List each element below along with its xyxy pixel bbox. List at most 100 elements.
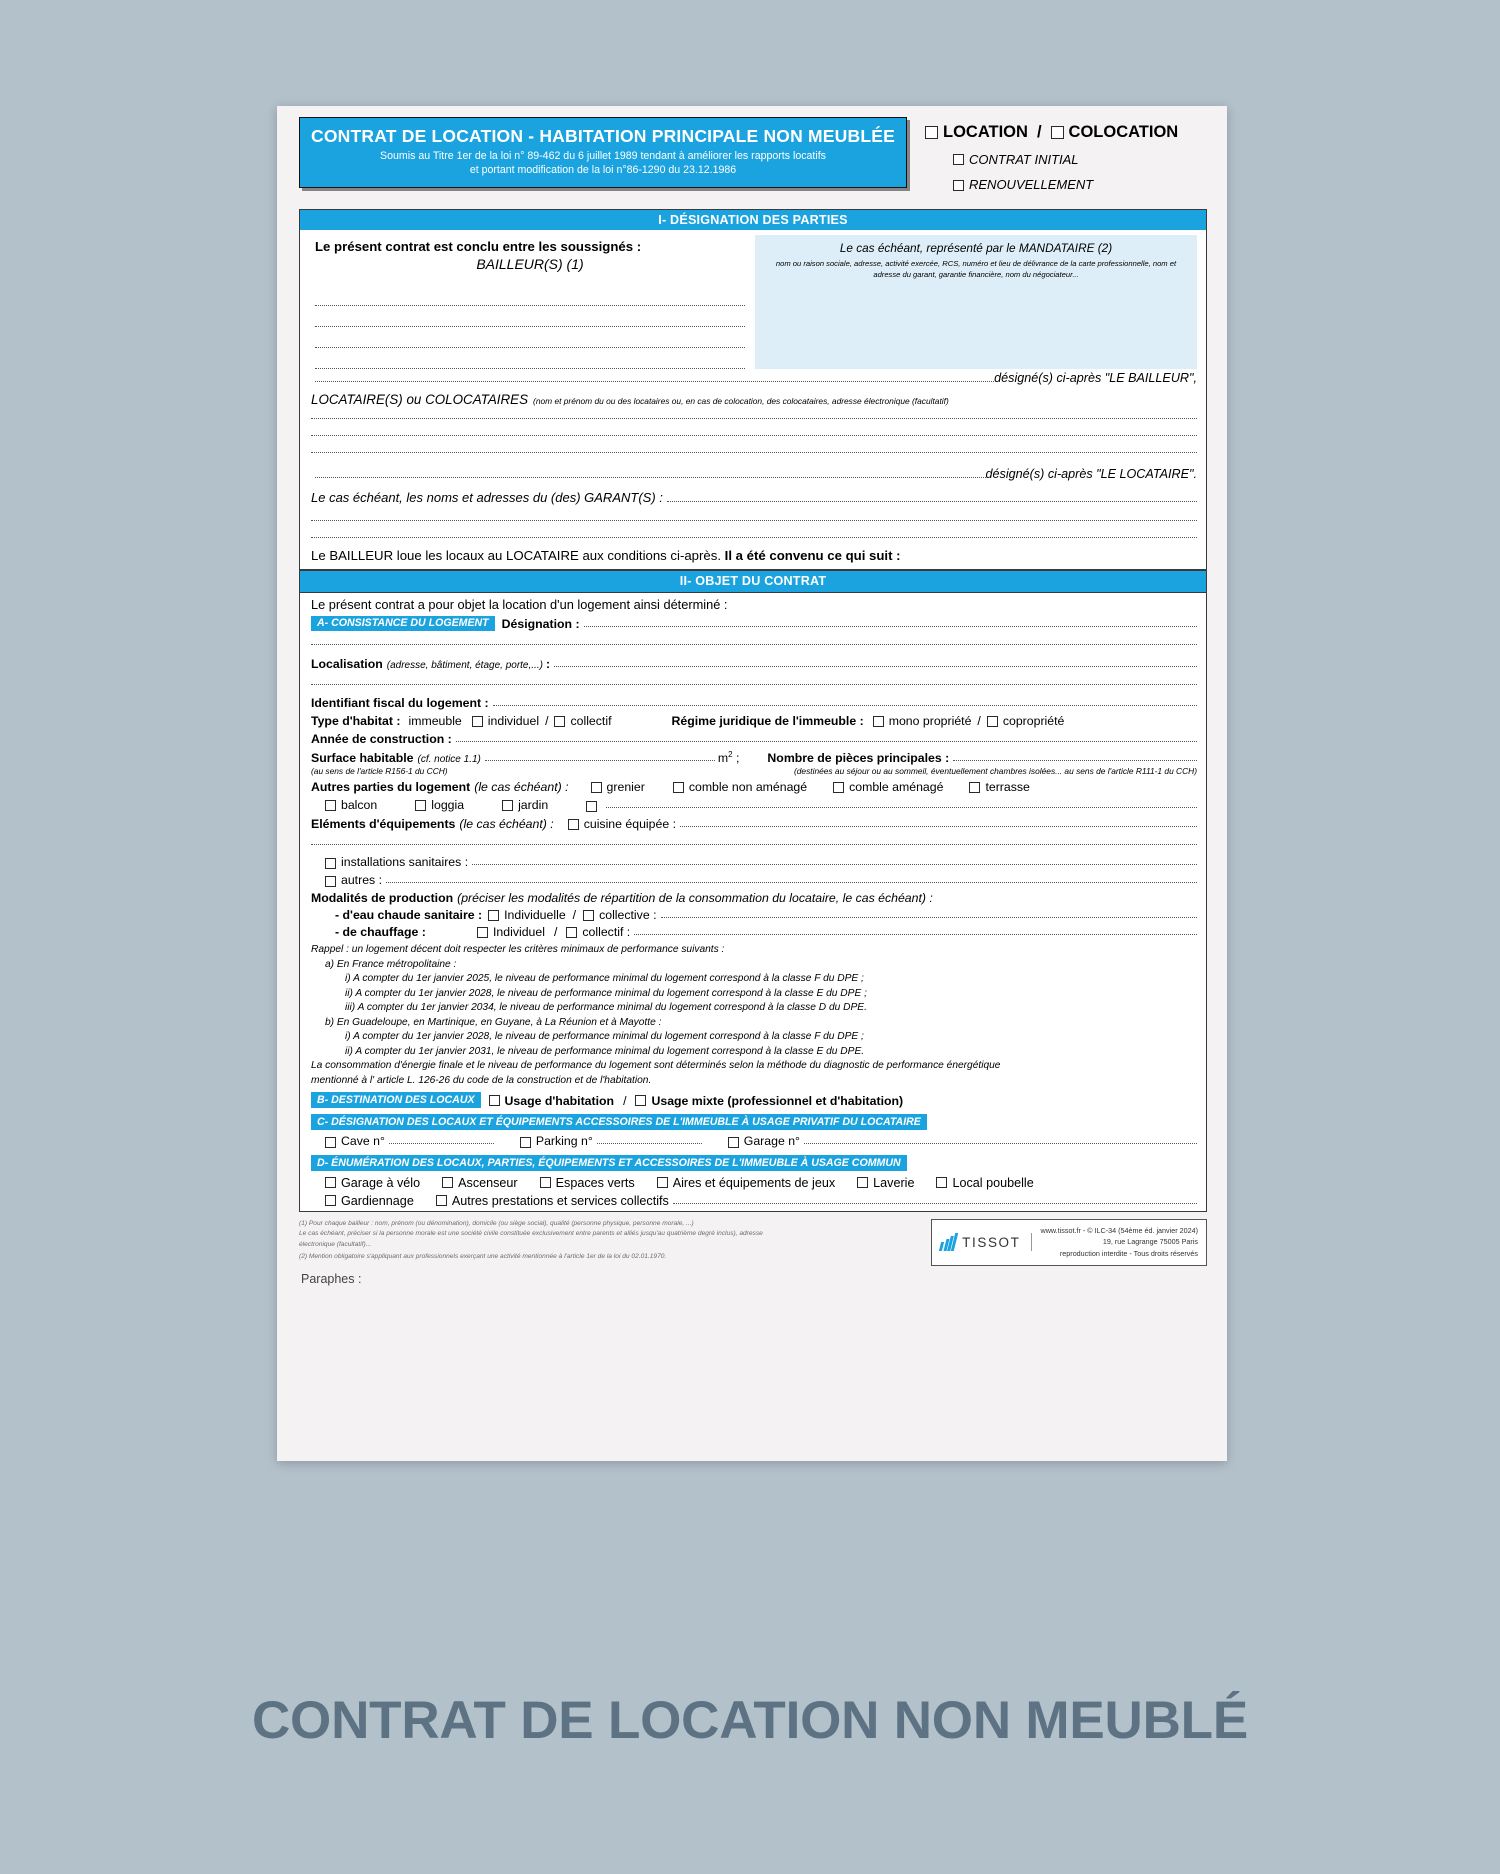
usage-slash: / [623,1093,627,1108]
section-c-tag-light: À USAGE PRIVATIF [741,1115,843,1128]
checkbox-cave[interactable] [325,1136,336,1148]
bailleur-input-lines[interactable] [315,285,745,370]
checkbox-gardiennage[interactable] [325,1195,336,1207]
bailleur-final-line[interactable] [315,381,995,383]
label-comble-non-amenage: comble non aménagé [688,780,808,795]
checkbox-loggia[interactable] [415,799,427,811]
parties-intro: Le présent contrat est conclu entre les … [315,239,642,255]
checkbox-garage[interactable] [727,1136,739,1148]
parking-input[interactable] [596,1142,702,1144]
identifiant-fiscal-input[interactable] [492,705,1197,707]
checkbox-local-poubelle[interactable] [936,1177,948,1189]
mandataire-box[interactable]: Le cas échéant, représenté par le MANDAT… [755,235,1197,370]
checkbox-habitat-collectif[interactable] [554,715,566,727]
localisation-label: Localisation [311,657,383,672]
locataire-line[interactable] [311,452,1197,454]
autres-equipements-input[interactable] [386,882,1197,884]
locataire-input-lines[interactable] [311,418,1197,454]
checkbox-habitat-individuel[interactable] [471,715,483,727]
localisation-input-line[interactable] [311,684,1197,686]
checkbox-autres-prestations[interactable] [435,1195,447,1207]
page-caption: CONTRAT DE LOCATION NON MEUBLÉ [251,1691,1249,1750]
rappel-a: a) En France métropolitaine : [325,958,457,970]
designation-input[interactable] [583,626,1197,628]
checkbox-garage-velo[interactable] [325,1177,336,1189]
elements-input-line[interactable] [311,844,1197,846]
garants-label: Le cas échéant, les noms et adresses du … [311,490,663,506]
checkbox-ecs-collective[interactable] [583,909,595,921]
surface-input[interactable] [484,760,715,762]
chauffage-input[interactable] [634,934,1197,936]
label-habitat-individuel: individuel [487,714,540,729]
document-page: CONTRAT DE LOCATION - HABITATION PRINCIP… [277,106,1227,1461]
section-2-band: II- OBJET DU CONTRAT [300,571,1206,592]
regime-slash: / [977,714,981,729]
bailleur-line[interactable] [315,285,745,307]
checkbox-installations-sanitaires[interactable] [325,858,336,870]
locataire-final-line[interactable] [315,477,986,479]
section-2-intro: Le présent contrat a pour objet la locat… [311,596,728,612]
section-d-tag: D- ÉNUMÉRATION DES LOCAUX, PARTIES, ÉQUI… [311,1155,907,1171]
checkbox-laverie[interactable] [857,1177,869,1189]
garage-input[interactable] [803,1142,1197,1144]
checkbox-terrasse[interactable] [969,781,981,793]
surface-note: (cf. notice 1.1) [417,754,481,766]
bailleur-line[interactable] [315,327,745,349]
modalites-note: (préciser les modalités de répartition d… [457,891,933,906]
autre-partie-input[interactable] [606,807,1197,809]
checkbox-copropriete[interactable] [986,715,998,727]
designation-input-line[interactable] [311,644,1197,646]
checkbox-mono-propriete[interactable] [872,715,884,727]
header-separator: / [1036,123,1042,141]
title-banner: CONTRAT DE LOCATION - HABITATION PRINCIP… [299,117,907,188]
checkbox-location[interactable] [925,126,938,139]
annee-construction-input[interactable] [455,741,1197,743]
rappel-consommation-1: La consommation d'énergie finale et le n… [311,1060,1001,1072]
checkbox-chauffage-collectif[interactable] [566,926,578,938]
locataire-line[interactable] [311,435,1197,437]
locataire-line[interactable] [311,418,1197,420]
closing-normal: Le BAILLEUR loue les locaux au LOCATAIRE… [311,548,721,564]
checkbox-chauffage-individuel[interactable] [477,926,488,938]
checkbox-colocation[interactable] [1050,126,1064,139]
checkbox-autre-partie[interactable] [586,801,598,813]
checkbox-ascenseur[interactable] [442,1177,454,1189]
cave-input[interactable] [388,1142,494,1144]
label-balcon: balcon [341,798,378,813]
checkbox-balcon[interactable] [325,799,336,811]
checkbox-ecs-individuelle[interactable] [488,909,500,921]
checkbox-autres-equipements[interactable] [325,876,336,888]
checkbox-usage-mixte[interactable] [635,1095,647,1107]
checkbox-contrat-initial[interactable] [953,154,964,166]
localisation-input[interactable] [554,666,1197,668]
paraphes-label: Paraphes : [301,1271,362,1286]
habitat-slash: / [545,714,549,729]
surface-unit: m [717,751,729,766]
checkbox-jardin[interactable] [502,799,514,811]
locataire-note: (nom et prénom du ou des locataires ou, … [533,396,949,407]
ecs-input[interactable] [660,917,1197,919]
nombre-pieces-input[interactable] [953,760,1197,762]
checkbox-cuisine-equipee[interactable] [567,818,579,830]
footnote-2: (2) Mention obligatoire s'appliquant aux… [299,1253,667,1261]
checkbox-renouvellement[interactable] [953,179,964,191]
checkbox-comble-amenage[interactable] [833,781,845,793]
garants-line[interactable] [311,520,1197,522]
autres-prestations-input[interactable] [672,1202,1197,1204]
tissot-brand-name: TISSOT [962,1234,1021,1250]
section-d-tag-light: À USAGE COMMUN [800,1156,901,1169]
checkbox-usage-habitation[interactable] [488,1095,500,1107]
section-b-tag: B- DESTINATION DES LOCAUX [311,1092,481,1108]
designation-label: Désignation : [501,617,580,632]
checkbox-comble-non-amenage[interactable] [672,781,684,793]
bailleur-line[interactable] [315,348,745,370]
bailleur-line[interactable] [315,306,745,328]
checkbox-espaces-verts[interactable] [539,1177,551,1189]
checkbox-parking[interactable] [519,1136,531,1148]
cuisine-equipee-input[interactable] [680,826,1197,828]
garants-line[interactable] [666,501,1197,503]
checkbox-aires-jeux[interactable] [656,1177,668,1189]
checkbox-grenier[interactable] [590,781,602,793]
garants-line[interactable] [311,537,1197,539]
installations-sanitaires-input[interactable] [472,864,1197,866]
